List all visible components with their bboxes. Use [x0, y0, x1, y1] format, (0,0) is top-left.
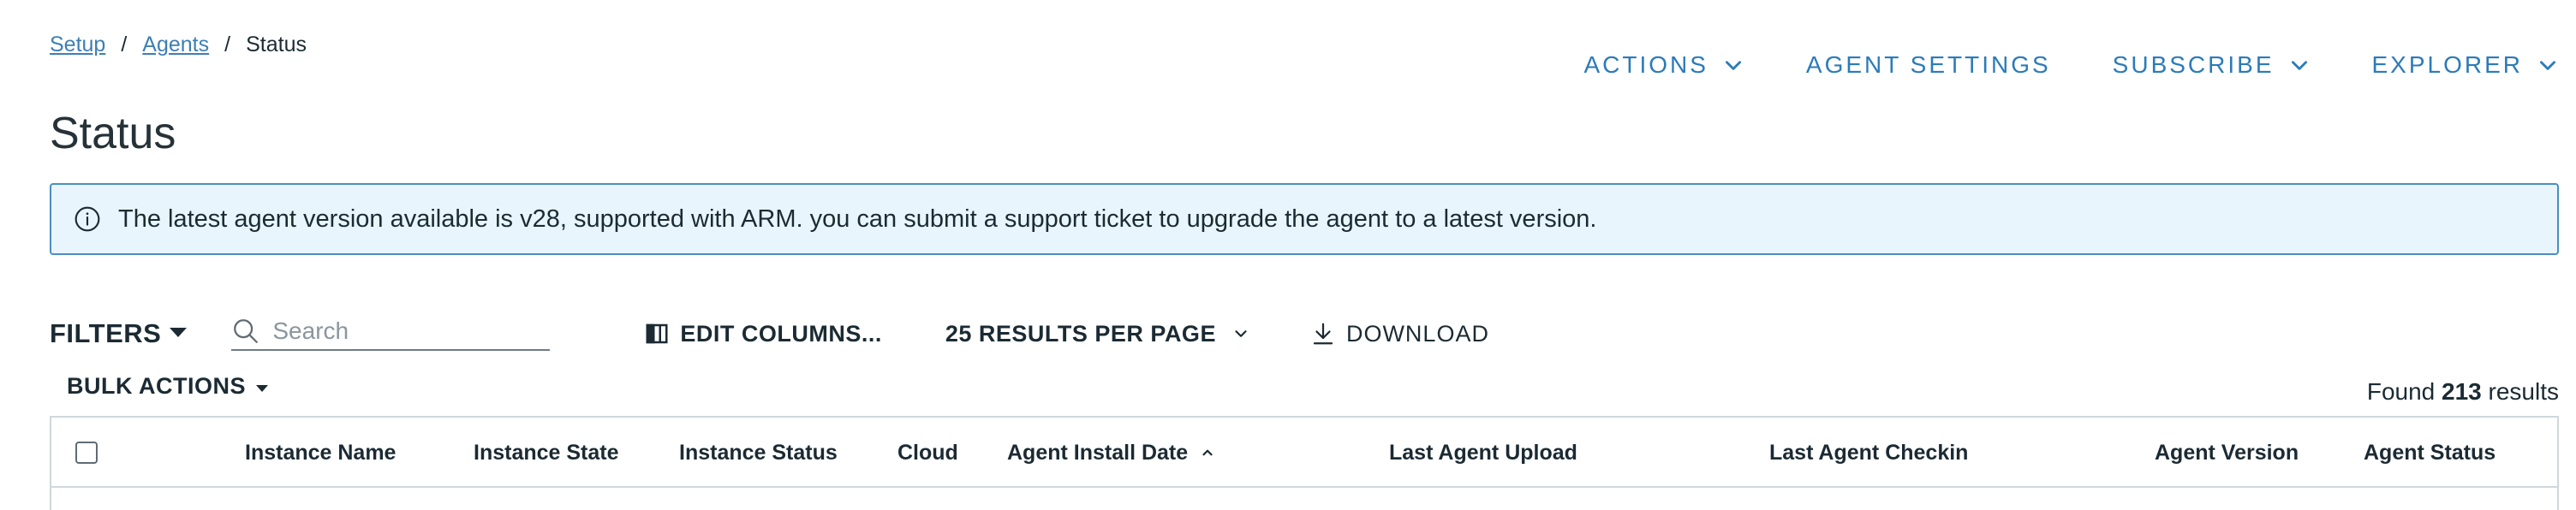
- sort-ascending-icon: [1202, 449, 1213, 456]
- actions-label: ACTIONS: [1583, 51, 1708, 78]
- breadcrumb: Setup / Agents / Status: [50, 33, 307, 57]
- bulk-actions-label: BULK ACTIONS: [67, 373, 246, 399]
- caret-down-icon: [256, 384, 268, 392]
- chevron-down-icon: [2291, 61, 2307, 70]
- column-header-agent-version[interactable]: Agent Version: [2155, 418, 2299, 488]
- explorer-menu-button[interactable]: EXPLORER: [2372, 51, 2560, 79]
- column-header-label: Last Agent Upload: [1389, 440, 1577, 465]
- results-per-page-select[interactable]: 25 RESULTS PER PAGE: [945, 321, 1250, 347]
- search-box: [231, 317, 551, 351]
- table-toolbar: FILTERS EDIT COLUMNS... 25 RESULTS PER P…: [50, 308, 1489, 359]
- search-input[interactable]: [271, 317, 528, 346]
- column-header-label: Instance Status: [679, 440, 838, 465]
- column-header-last-agent-checkin[interactable]: Last Agent Checkin: [1769, 418, 1968, 488]
- edit-columns-button[interactable]: EDIT COLUMNS...: [644, 321, 882, 347]
- results-suffix: results: [2488, 378, 2559, 405]
- column-header-last-agent-upload[interactable]: Last Agent Upload: [1389, 418, 1577, 488]
- breadcrumb-separator: /: [224, 33, 231, 56]
- breadcrumb-setup-link[interactable]: Setup: [50, 33, 105, 57]
- column-header-agent-install-date[interactable]: Agent Install Date: [1007, 418, 1215, 488]
- breadcrumb-current: Status: [246, 33, 307, 56]
- filters-label: FILTERS: [50, 318, 162, 348]
- explorer-label: EXPLORER: [2371, 51, 2523, 78]
- search-icon: [234, 319, 259, 343]
- page-header: Setup / Agents / Status Status ACTIONS A…: [50, 33, 2559, 169]
- column-header-agent-status[interactable]: Agent Status: [2364, 418, 2496, 488]
- column-header-label: Cloud: [897, 440, 958, 465]
- column-header-cloud[interactable]: Cloud: [897, 418, 958, 488]
- agent-settings-button[interactable]: AGENT SETTINGS: [1806, 51, 2051, 79]
- subscribe-label: SUBSCRIBE: [2112, 51, 2275, 78]
- breadcrumb-agents-link[interactable]: Agents: [142, 33, 209, 57]
- column-header-instance-name[interactable]: Instance Name: [245, 418, 396, 488]
- chevron-down-icon: [1235, 330, 1247, 337]
- column-header-label: Instance State: [474, 440, 619, 465]
- download-icon: [1313, 323, 1333, 345]
- results-count: Found 213 results: [2367, 378, 2559, 406]
- bulk-actions-dropdown[interactable]: BULK ACTIONS: [67, 373, 268, 400]
- download-button[interactable]: DOWNLOAD: [1310, 321, 1489, 347]
- chevron-down-icon: [1725, 61, 1741, 70]
- breadcrumb-separator: /: [121, 33, 128, 56]
- info-alert: The latest agent version available is v2…: [50, 183, 2559, 255]
- column-header-instance-status[interactable]: Instance Status: [679, 418, 838, 488]
- column-header-label: Agent Status: [2364, 440, 2496, 465]
- caret-down-icon: [170, 327, 188, 337]
- results-per-page-label: 25 RESULTS PER PAGE: [945, 320, 1216, 347]
- agent-settings-label: AGENT SETTINGS: [1805, 51, 2051, 78]
- column-header-instance-state[interactable]: Instance State: [474, 418, 619, 488]
- actions-menu-button[interactable]: ACTIONS: [1583, 51, 1744, 79]
- info-icon: [75, 206, 100, 232]
- results-prefix: Found: [2366, 378, 2436, 405]
- edit-columns-label: EDIT COLUMNS...: [680, 320, 882, 347]
- table-header-row: Instance Name Instance State Instance St…: [51, 418, 2557, 488]
- column-header-label: Agent Install Date: [1007, 440, 1189, 465]
- download-label: DOWNLOAD: [1345, 320, 1489, 347]
- column-header-label: Agent Version: [2155, 440, 2299, 465]
- columns-icon: [646, 323, 668, 344]
- chevron-down-icon: [2540, 61, 2555, 70]
- select-all-checkbox[interactable]: [75, 442, 98, 464]
- column-header-label: Instance Name: [245, 440, 397, 465]
- filters-toggle[interactable]: FILTERS: [50, 318, 188, 349]
- alert-message: The latest agent version available is v2…: [118, 205, 1597, 233]
- subscribe-menu-button[interactable]: SUBSCRIBE: [2113, 51, 2311, 79]
- header-actions: ACTIONS AGENT SETTINGS SUBSCRIBE EXPLORE…: [1583, 51, 2559, 79]
- page-title: Status: [50, 109, 176, 158]
- column-header-label: Last Agent Checkin: [1769, 440, 1969, 465]
- results-count-value: 213: [2442, 378, 2482, 405]
